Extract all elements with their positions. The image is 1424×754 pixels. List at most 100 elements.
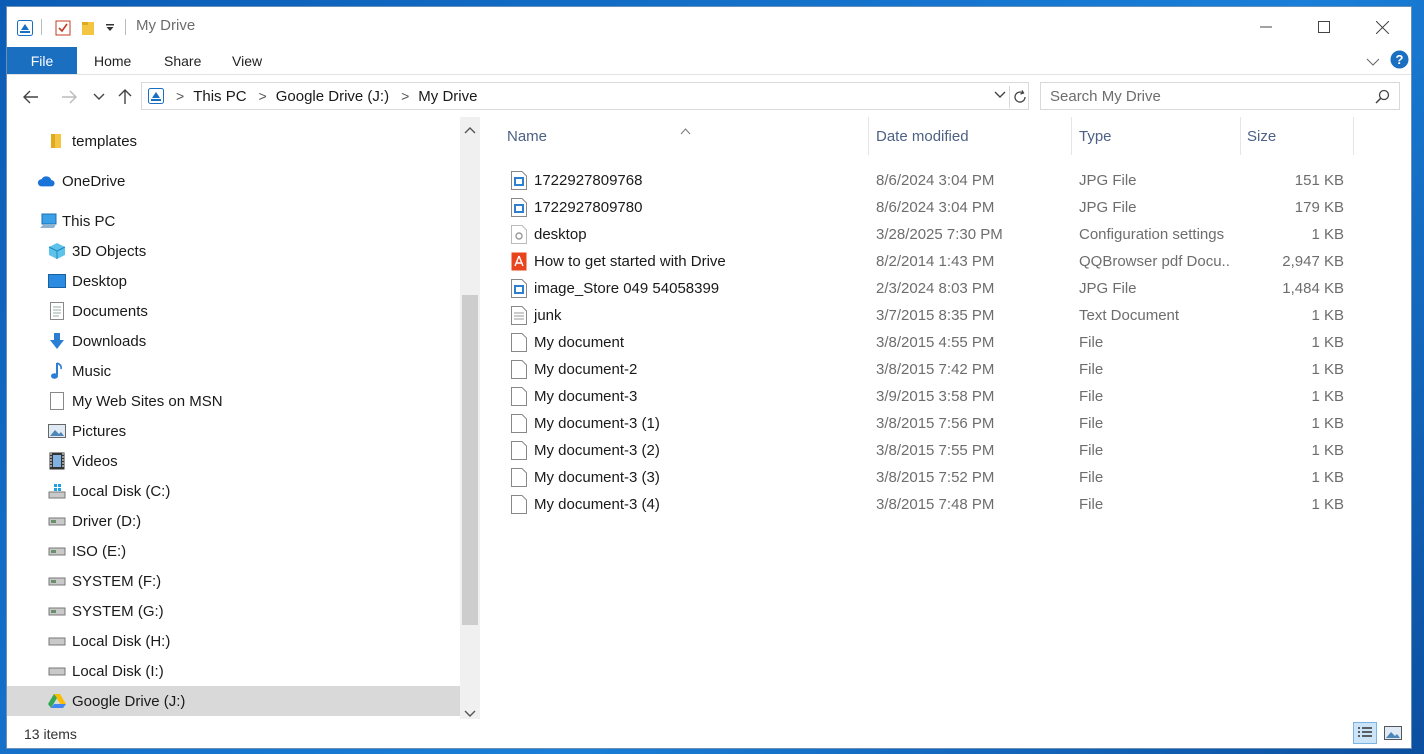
nav-item-templates[interactable]: templates <box>7 126 460 156</box>
file-row[interactable]: My document-3 (1) 3/8/2015 7:56 PM File 1 K… <box>507 410 1357 437</box>
forward-button[interactable] <box>58 86 80 108</box>
sort-ascending-icon <box>680 122 691 139</box>
column-header-type[interactable]: Type <box>1079 117 1239 155</box>
nav-item-this-pc[interactable]: This PC <box>7 206 460 236</box>
minimize-button[interactable] <box>1237 7 1295 47</box>
recent-locations-button[interactable] <box>88 86 110 108</box>
file-list: Name Date modified Type Size 17229278097… <box>487 117 1407 719</box>
tab-share[interactable]: Share <box>164 47 201 74</box>
column-divider[interactable] <box>1353 117 1354 155</box>
customize-toolbar-icon[interactable] <box>105 17 115 39</box>
search-icon[interactable] <box>1375 89 1390 104</box>
file-type: File <box>1079 415 1104 432</box>
nav-item-documents[interactable]: Documents <box>7 296 460 326</box>
nav-item-music[interactable]: Music <box>7 356 460 386</box>
file-name: 1722927809780 <box>534 199 643 216</box>
column-header-label: Size <box>1247 127 1277 145</box>
blank-file-icon <box>511 333 527 352</box>
tab-file[interactable]: File <box>7 47 77 74</box>
expand-ribbon-button[interactable] <box>1366 54 1380 71</box>
text-file-icon <box>511 306 527 325</box>
blank-file-icon <box>511 414 527 433</box>
nav-item-downloads[interactable]: Downloads <box>7 326 460 356</box>
nav-item-driver-d[interactable]: Driver (D:) <box>7 506 460 536</box>
breadcrumb-separator[interactable]: > <box>259 88 267 104</box>
column-divider[interactable] <box>1071 117 1072 155</box>
refresh-button[interactable] <box>1009 86 1030 108</box>
nav-item-system-g[interactable]: SYSTEM (G:) <box>7 596 460 626</box>
breadcrumb-my-drive[interactable]: My Drive <box>418 88 477 105</box>
file-row[interactable]: My document-3 (2) 3/8/2015 7:55 PM File 1 K… <box>507 437 1357 464</box>
scroll-up-arrow-icon[interactable] <box>464 121 476 138</box>
nav-item-onedrive[interactable]: OneDrive <box>7 166 460 196</box>
tab-home[interactable]: Home <box>94 47 131 74</box>
nav-pane-scrollbar[interactable] <box>460 117 480 719</box>
file-row[interactable]: My document-3 (4) 3/8/2015 7:48 PM File 1 K… <box>507 491 1357 518</box>
breadcrumb-separator[interactable]: > <box>176 88 184 104</box>
file-name: My document-3 (3) <box>534 469 660 486</box>
file-row[interactable]: desktop 3/28/2025 7:30 PM Configuration se… <box>507 221 1357 248</box>
large-icons-view-button[interactable] <box>1381 722 1405 744</box>
nav-item-desktop[interactable]: Desktop <box>7 266 460 296</box>
nav-item-local-disk-i[interactable]: Local Disk (I:) <box>7 656 460 686</box>
breadcrumb-this-pc[interactable]: This PC <box>193 88 246 105</box>
scrollbar-thumb[interactable] <box>462 295 478 625</box>
config-file-icon <box>511 225 527 244</box>
navigation-pane: templates OneDrive This PC 3D Objects De… <box>7 117 460 719</box>
file-row[interactable]: My document-2 3/8/2015 7:42 PM File 1 KB <box>507 356 1357 383</box>
breadcrumb-separator[interactable]: > <box>401 88 409 104</box>
new-folder-icon[interactable] <box>81 17 95 39</box>
file-date-modified: 3/28/2025 7:30 PM <box>876 226 1003 243</box>
column-header-date-modified[interactable]: Date modified <box>876 117 1066 155</box>
file-row[interactable]: My document-3 3/9/2015 3:58 PM File 1 KB <box>507 383 1357 410</box>
close-icon <box>1375 20 1389 34</box>
nav-item-google-drive-j[interactable]: Google Drive (J:) <box>7 686 460 716</box>
up-button[interactable] <box>114 86 136 108</box>
file-row[interactable]: My document 3/8/2015 4:55 PM File 1 KB <box>507 329 1357 356</box>
nav-item-3d-objects[interactable]: 3D Objects <box>7 236 460 266</box>
nav-item-label: Desktop <box>72 272 128 290</box>
nav-item-videos[interactable]: Videos <box>7 446 460 476</box>
breadcrumb-google-drive[interactable]: Google Drive (J:) <box>276 88 389 105</box>
nav-item-local-disk-h[interactable]: Local Disk (H:) <box>7 626 460 656</box>
file-name: desktop <box>534 226 587 243</box>
desktop-icon <box>48 272 66 290</box>
nav-item-my-web-sites[interactable]: My Web Sites on MSN <box>7 386 460 416</box>
file-row[interactable]: How to get started with Drive 8/2/2014 1:… <box>507 248 1357 275</box>
file-name: My document-3 <box>534 388 638 405</box>
properties-icon[interactable] <box>55 17 71 39</box>
tab-view[interactable]: View <box>232 47 262 74</box>
arrow-right-icon <box>62 90 77 104</box>
nav-item-local-disk-c[interactable]: Local Disk (C:) <box>7 476 460 506</box>
search-placeholder: Search My Drive <box>1050 87 1161 105</box>
file-size: 1 KB <box>1311 469 1344 486</box>
column-divider[interactable] <box>868 117 869 155</box>
address-bar[interactable]: > This PC > Google Drive (J:) > My Drive <box>141 82 1029 110</box>
back-button[interactable] <box>20 86 42 108</box>
nav-item-pictures[interactable]: Pictures <box>7 416 460 446</box>
nav-item-label: Driver (D:) <box>72 512 142 530</box>
file-row[interactable]: 1722927809768 8/6/2024 3:04 PM JPG File 151… <box>507 167 1357 194</box>
column-header-name[interactable]: Name <box>507 117 847 155</box>
file-date-modified: 8/6/2024 3:04 PM <box>876 199 995 216</box>
file-row[interactable]: My document-3 (3) 3/8/2015 7:52 PM File 1 K… <box>507 464 1357 491</box>
window-app-icon[interactable] <box>17 17 33 39</box>
jpg-file-icon <box>511 279 527 298</box>
nav-item-system-f[interactable]: SYSTEM (F:) <box>7 566 460 596</box>
maximize-button[interactable] <box>1295 7 1353 47</box>
address-history-icon[interactable] <box>994 91 1006 99</box>
file-size: 1 KB <box>1311 361 1344 378</box>
column-divider[interactable] <box>1240 117 1241 155</box>
status-bar: 13 items <box>7 719 1411 748</box>
help-button[interactable]: ? <box>1390 50 1409 73</box>
google-drive-icon <box>48 692 66 710</box>
nav-item-iso-e[interactable]: ISO (E:) <box>7 536 460 566</box>
search-input[interactable]: Search My Drive <box>1040 82 1400 110</box>
file-row[interactable]: 1722927809780 8/6/2024 3:04 PM JPG File 179… <box>507 194 1357 221</box>
close-button[interactable] <box>1353 7 1411 47</box>
file-row[interactable]: image_Store 049 54058399 2/3/2024 8:03 PM… <box>507 275 1357 302</box>
file-size: 151 KB <box>1294 172 1344 189</box>
file-row[interactable]: junk 3/7/2015 8:35 PM Text Document 1 KB <box>507 302 1357 329</box>
details-view-button[interactable] <box>1353 722 1377 744</box>
column-header-size[interactable]: Size <box>1247 117 1347 155</box>
